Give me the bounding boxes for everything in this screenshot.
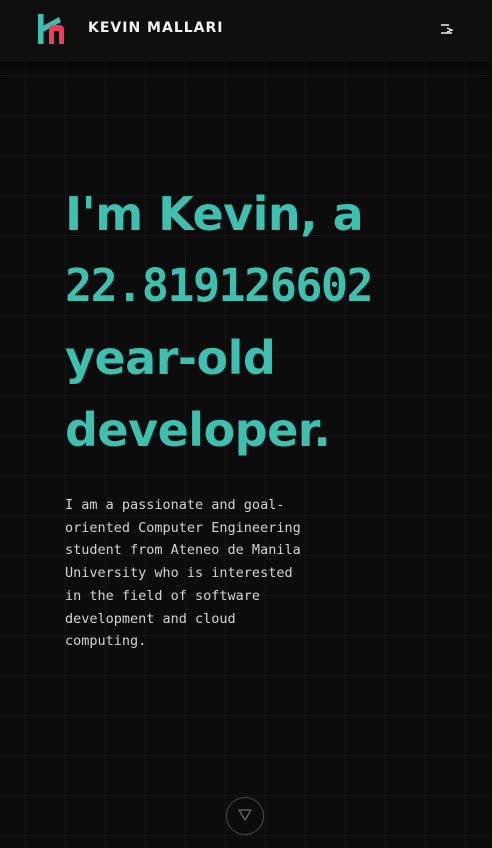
hero-heading: I'm Kevin, a 22.819126602 year-old devel… bbox=[65, 178, 465, 466]
bio-paragraph: I am a passionate and goal-oriented Comp… bbox=[65, 497, 301, 650]
hero-age-counter: 22.819126602 bbox=[65, 259, 374, 312]
scroll-down-button[interactable] bbox=[226, 797, 264, 835]
km-logo-icon[interactable] bbox=[37, 13, 65, 45]
triangle-down-icon bbox=[238, 809, 252, 821]
hero-line-developer: developer. bbox=[65, 403, 331, 457]
menu-arrow-icon[interactable] bbox=[436, 20, 456, 38]
hero-line-intro: I'm Kevin, a bbox=[65, 187, 364, 241]
brand-name[interactable]: KEVIN MALLARI bbox=[88, 20, 223, 36]
hero-line-yearold: year-old bbox=[65, 331, 276, 385]
site-header: KEVIN MALLARI bbox=[0, 0, 492, 62]
